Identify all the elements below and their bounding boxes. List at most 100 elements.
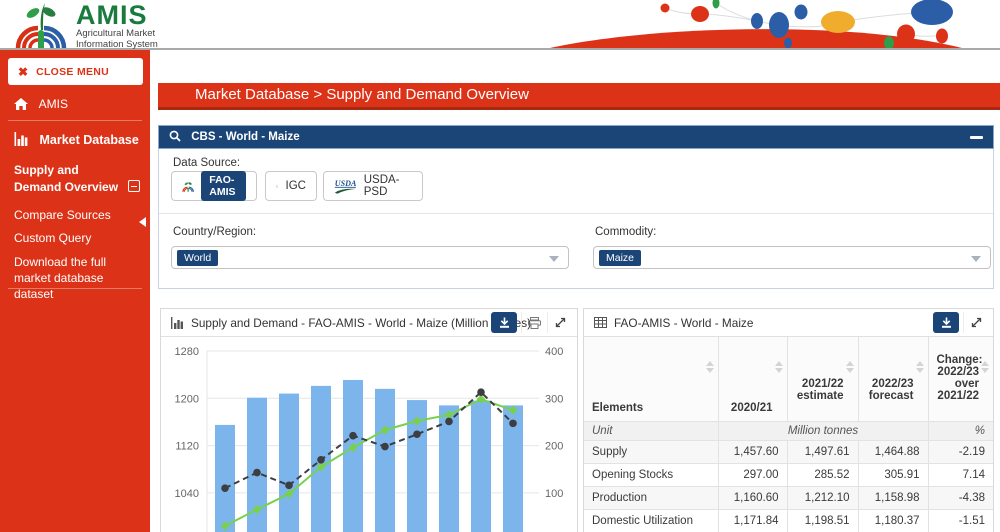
amis-logo[interactable]: AMIS Agricultural Market Information Sys…	[14, 2, 158, 50]
brand-name: AMIS	[76, 2, 158, 29]
chart-print-button[interactable]	[521, 312, 547, 333]
download-icon	[941, 317, 952, 328]
decorative-banner	[530, 0, 1000, 48]
value-cell: 1,180.37	[858, 510, 928, 532]
svg-text:USDA: USDA	[335, 179, 357, 188]
table-row-opening-stocks[interactable]: Opening Stocks 297.00 285.52 305.91 7.14	[584, 464, 993, 487]
home-icon	[14, 98, 28, 113]
source-button-fao-amis[interactable]: FAO-AMIS	[171, 171, 257, 201]
unit-label: Unit	[584, 422, 718, 441]
fao-amis-logo-icon	[182, 177, 194, 196]
value-cell: -4.38	[928, 487, 993, 510]
amis-app: AMIS Agricultural Market Information Sys…	[0, 0, 1000, 532]
table-row-production[interactable]: Production 1,160.60 1,212.10 1,158.98 -4…	[584, 487, 993, 510]
chevron-down-icon	[971, 256, 981, 262]
column-header-elements[interactable]: Elements	[584, 337, 718, 422]
unit-row: Unit Million tonnes %	[584, 422, 993, 441]
data-table-panel: FAO-AMIS - World - Maize	[583, 308, 994, 532]
top-header: AMIS Agricultural Market Information Sys…	[0, 0, 1000, 50]
value-cell: 7.14	[928, 464, 993, 487]
data-source-label: Data Source:	[173, 157, 240, 169]
sort-icon	[775, 361, 783, 373]
usda-psd-label: USDA-PSD	[364, 174, 412, 198]
country-region-select[interactable]: World	[171, 246, 569, 269]
sidebar-item-supply-demand-overview[interactable]: Supply and Demand Overview	[14, 162, 126, 196]
collapse-section-icon[interactable]	[128, 180, 140, 192]
value-cell: -1.51	[928, 510, 993, 532]
sort-icon	[706, 361, 714, 373]
sidebar-item-compare-sources[interactable]: Compare Sources	[14, 208, 111, 222]
table-download-button[interactable]	[933, 312, 959, 333]
unit-percent: %	[928, 422, 993, 441]
value-cell: -2.19	[928, 441, 993, 464]
element-cell: Opening Stocks	[584, 464, 718, 487]
value-cell: 285.52	[787, 464, 858, 487]
collapse-panel-icon[interactable]	[970, 136, 983, 139]
value-cell: 1,457.60	[718, 441, 787, 464]
bar-chart-icon	[14, 132, 28, 149]
column-header-change[interactable]: Change: 2022/23 over 2021/22	[928, 337, 993, 422]
sort-icon	[916, 361, 924, 373]
table-row-domestic-utilization[interactable]: Domestic Utilization 1,171.84 1,198.51 1…	[584, 510, 993, 532]
close-icon: ✖	[18, 65, 28, 79]
column-header-2021-22-estimate[interactable]: 2021/22 estimate	[787, 337, 858, 422]
chart-expand-button[interactable]	[547, 312, 573, 333]
commodity-selected-tag[interactable]: Maize	[599, 250, 641, 266]
sidebar-item-download-dataset[interactable]: Download the full market database datase…	[14, 254, 138, 302]
breadcrumb: Market Database > Supply and Demand Over…	[158, 83, 1000, 110]
sidebar-divider-top	[8, 120, 142, 121]
sort-icon	[846, 361, 854, 373]
value-cell: 305.91	[858, 464, 928, 487]
active-item-arrow-icon	[139, 217, 146, 227]
fao-amis-label: FAO-AMIS	[201, 171, 246, 201]
chart-download-button[interactable]	[491, 312, 517, 333]
cbs-panel-header: CBS - World - Maize	[158, 125, 994, 149]
sidebar-market-database-label: Market Database	[39, 133, 138, 147]
chart-icon	[171, 317, 184, 329]
cbs-panel-title: CBS - World - Maize	[191, 131, 299, 143]
element-cell: Supply	[584, 441, 718, 464]
table-row-supply[interactable]: Supply 1,457.60 1,497.61 1,464.88 -2.19	[584, 441, 993, 464]
svg-text:1200: 1200	[175, 393, 199, 405]
usda-logo-icon: USDA	[334, 177, 357, 196]
sort-icon	[981, 361, 989, 373]
supply-demand-chart[interactable]: 1280120011201040400300200100	[161, 337, 577, 532]
sidebar-item-home[interactable]: AMIS	[14, 97, 68, 113]
download-icon	[499, 317, 510, 328]
svg-text:300: 300	[545, 393, 563, 405]
column-header-2022-23-forecast[interactable]: 2022/23 forecast	[858, 337, 928, 422]
value-cell: 1,160.60	[718, 487, 787, 510]
element-cell: Domestic Utilization	[584, 510, 718, 532]
svg-text:1120: 1120	[175, 441, 199, 453]
expand-icon	[971, 317, 982, 328]
value-cell: 1,198.51	[787, 510, 858, 532]
source-button-igc[interactable]: IGC	[265, 171, 317, 201]
sidebar-item-custom-query[interactable]: Custom Query	[14, 231, 91, 245]
close-menu-button[interactable]: ✖ CLOSE MENU	[8, 58, 143, 85]
chart-panel-header: Supply and Demand - FAO-AMIS - World - M…	[161, 309, 577, 337]
igc-label: IGC	[286, 180, 306, 192]
cbs-filter-panel: CBS - World - Maize Data Source: FAO-AMI…	[158, 125, 994, 289]
value-cell: 1,497.61	[787, 441, 858, 464]
sidebar-divider-bottom	[8, 288, 142, 289]
panel-separator	[159, 213, 993, 214]
value-cell: 1,212.10	[787, 487, 858, 510]
amis-plant-icon	[14, 2, 68, 48]
table-panel-title: FAO-AMIS - World - Maize	[614, 316, 753, 330]
source-button-usda-psd[interactable]: USDA USDA-PSD	[323, 171, 423, 201]
unit-value: Million tonnes	[718, 422, 928, 441]
element-cell: Production	[584, 487, 718, 510]
column-header-2020-21[interactable]: 2020/21	[718, 337, 787, 422]
supply-demand-table: Elements 2020/21 2021/22 estimate 2022/2…	[584, 337, 993, 532]
value-cell: 1,171.84	[718, 510, 787, 532]
chevron-down-icon	[549, 256, 559, 262]
sidebar-item-market-database[interactable]: Market Database	[14, 132, 139, 149]
table-icon	[594, 317, 607, 328]
table-expand-button[interactable]	[963, 312, 989, 333]
table-panel-header: FAO-AMIS - World - Maize	[584, 309, 993, 337]
country-selected-tag[interactable]: World	[177, 250, 218, 266]
commodity-select[interactable]: Maize	[593, 246, 991, 269]
sidebar-compare-sources-label: Compare Sources	[14, 208, 111, 222]
sidebar-menu: ✖ CLOSE MENU AMIS Market Database	[0, 50, 150, 532]
sidebar-download-label: Download the full market database datase…	[14, 255, 106, 301]
